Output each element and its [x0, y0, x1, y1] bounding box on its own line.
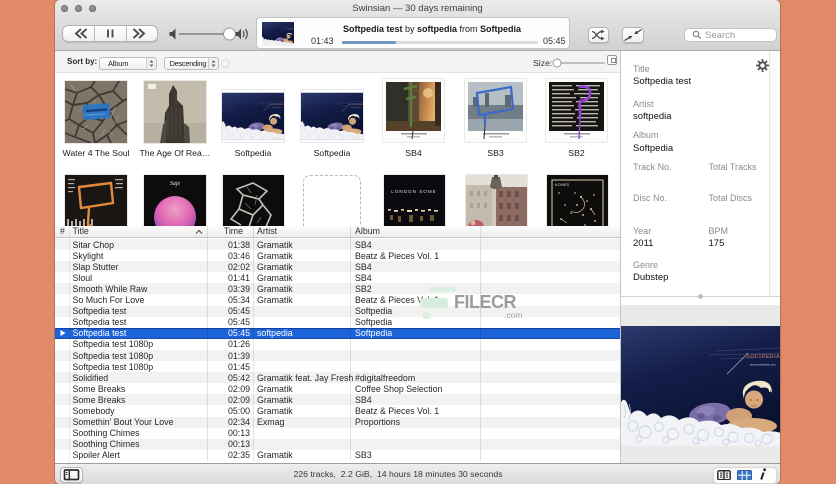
svg-text:LONDON SOME: LONDON SOME — [391, 189, 436, 194]
svg-text:KONES: KONES — [555, 182, 569, 187]
svg-text:Saje: Saje — [170, 181, 181, 187]
